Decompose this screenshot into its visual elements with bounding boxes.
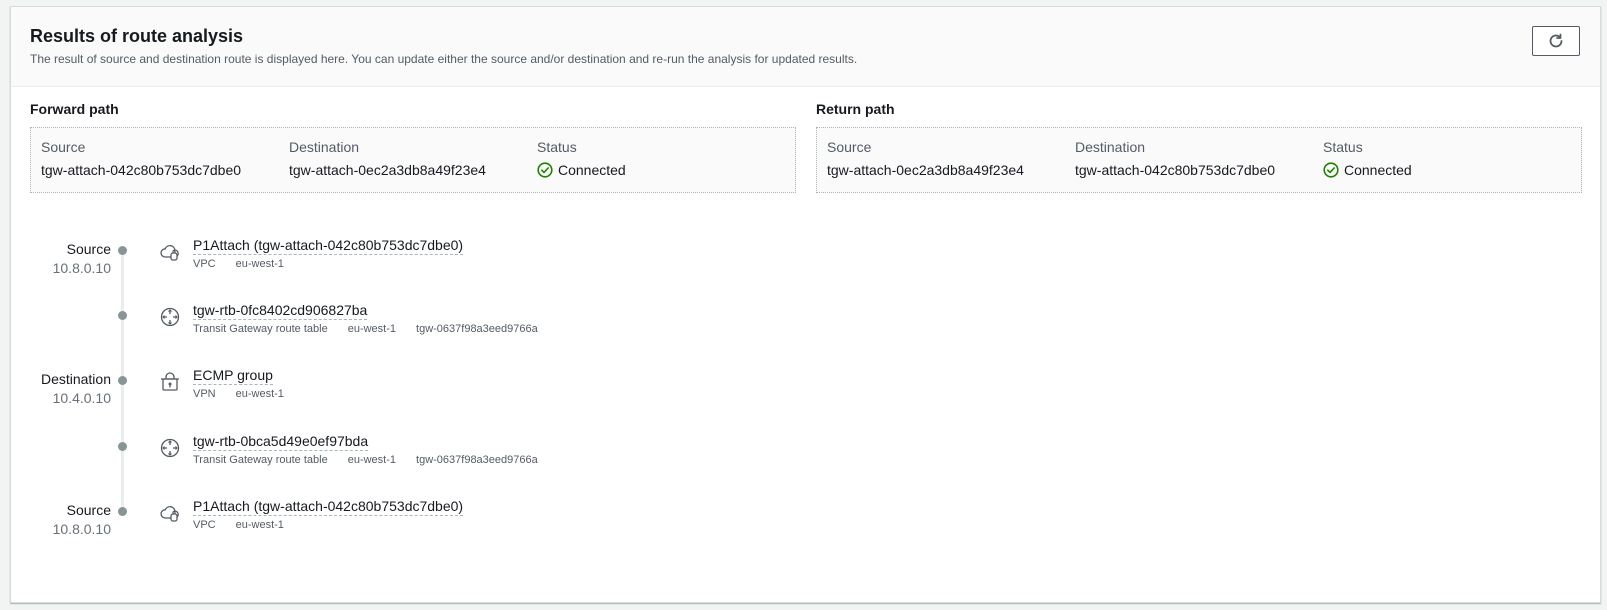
status-success-icon <box>537 162 553 178</box>
timeline-step: Destination 10.4.0.10 ECMP group VPN eu-… <box>11 357 811 407</box>
refresh-icon <box>1549 33 1563 48</box>
timeline-dot <box>118 246 127 255</box>
panel-description: The result of source and destination rou… <box>30 52 858 66</box>
step-meta-type: Transit Gateway route table <box>193 454 328 466</box>
route-analysis-panel: Results of route analysis The result of … <box>10 6 1601 603</box>
step-side-name: Source <box>66 241 111 257</box>
panel-header: Results of route analysis The result of … <box>11 7 1600 87</box>
timeline-dot <box>118 507 127 516</box>
timeline-step: Source 10.8.0.10 P1Attach (tgw-attach-04… <box>11 227 811 277</box>
step-side-ip: 10.8.0.10 <box>52 521 111 537</box>
step-side-name: Destination <box>40 371 111 387</box>
return-status-text: Connected <box>1344 162 1412 178</box>
step-side-ip: 10.8.0.10 <box>52 260 111 276</box>
vpn-lock-icon <box>161 372 179 391</box>
step-node-link[interactable]: P1Attach (tgw-attach-042c80b753dc7dbe0) <box>193 237 464 255</box>
step-meta-region: eu-west-1 <box>347 454 397 466</box>
step-meta-region: eu-west-1 <box>235 388 284 400</box>
step-node-link[interactable]: tgw-rtb-0bca5d49e0ef97bda <box>193 433 369 451</box>
step-meta-type: VPC <box>193 258 216 270</box>
vpc-cloud-icon <box>160 245 179 261</box>
forward-source-value: tgw-attach-042c80b753dc7dbe0 <box>41 162 242 178</box>
step-meta: VPC eu-west-1 <box>193 519 284 531</box>
step-meta-gateway: tgw-0637f98a3eed9766a <box>416 323 538 335</box>
step-meta-region: eu-west-1 <box>347 323 397 335</box>
step-node-link[interactable]: ECMP group <box>193 367 273 385</box>
timeline-step: tgw-rtb-0fc8402cd906827ba Transit Gatewa… <box>11 292 811 342</box>
step-node-link[interactable]: P1Attach (tgw-attach-042c80b753dc7dbe0) <box>193 498 464 516</box>
return-destination: Destination tgw-attach-042c80b753dc7dbe0 <box>1075 139 1275 178</box>
return-status: Status Connected <box>1323 139 1412 178</box>
forward-destination-label: Destination <box>289 139 360 155</box>
forward-path-section: Forward path Source tgw-attach-042c80b75… <box>30 101 796 193</box>
forward-status-badge: Connected <box>537 162 626 178</box>
route-table-icon <box>160 307 180 327</box>
forward-status: Status Connected <box>537 139 626 178</box>
step-meta: Transit Gateway route table eu-west-1 tg… <box>193 323 538 335</box>
step-side-label: Source 10.8.0.10 <box>53 502 111 537</box>
route-table-icon <box>160 438 180 458</box>
timeline-dot <box>118 376 127 385</box>
return-status-badge: Connected <box>1323 162 1412 178</box>
forward-source: Source tgw-attach-042c80b753dc7dbe0 <box>41 139 241 178</box>
timeline-dot <box>118 442 127 451</box>
return-path-section: Return path Source tgw-attach-0ec2a3db8a… <box>816 101 1582 193</box>
forward-status-text: Connected <box>558 162 626 178</box>
step-side-label: Source 10.8.0.10 <box>53 241 111 276</box>
step-meta-region: eu-west-1 <box>235 258 284 270</box>
vpc-cloud-icon <box>160 506 179 522</box>
status-success-icon <box>1323 162 1339 178</box>
step-meta: VPN eu-west-1 <box>193 388 284 400</box>
timeline-step: tgw-rtb-0bca5d49e0ef97bda Transit Gatewa… <box>11 423 811 473</box>
forward-destination-value: tgw-attach-0ec2a3db8a49f23e4 <box>289 162 486 178</box>
step-meta: VPC eu-west-1 <box>193 258 284 270</box>
route-timeline: Source 10.8.0.10 P1Attach (tgw-attach-04… <box>11 227 811 547</box>
step-side-ip: 10.4.0.10 <box>52 390 111 406</box>
return-status-label: Status <box>1323 139 1363 155</box>
step-meta-region: eu-west-1 <box>235 519 284 531</box>
forward-destination: Destination tgw-attach-0ec2a3db8a49f23e4 <box>289 139 486 178</box>
return-destination-value: tgw-attach-042c80b753dc7dbe0 <box>1075 162 1276 178</box>
step-meta-type: VPN <box>193 388 216 400</box>
step-side-name: Source <box>66 502 111 518</box>
return-path-heading: Return path <box>816 101 895 117</box>
step-meta-type: Transit Gateway route table <box>193 323 328 335</box>
step-meta-type: VPC <box>193 519 216 531</box>
return-source-value: tgw-attach-0ec2a3db8a49f23e4 <box>827 162 1024 178</box>
return-source: Source tgw-attach-0ec2a3db8a49f23e4 <box>827 139 1024 178</box>
timeline-dot <box>118 311 127 320</box>
forward-source-label: Source <box>41 139 86 155</box>
step-node-link[interactable]: tgw-rtb-0fc8402cd906827ba <box>193 302 368 320</box>
return-destination-label: Destination <box>1075 139 1146 155</box>
step-side-label: Destination 10.4.0.10 <box>41 371 111 406</box>
forward-status-label: Status <box>537 139 577 155</box>
panel-title: Results of route analysis <box>30 26 244 46</box>
forward-path-summary: Source tgw-attach-042c80b753dc7dbe0 Dest… <box>30 127 796 193</box>
return-path-summary: Source tgw-attach-0ec2a3db8a49f23e4 Dest… <box>816 127 1582 193</box>
refresh-button[interactable] <box>1532 26 1580 56</box>
step-meta: Transit Gateway route table eu-west-1 tg… <box>193 454 538 466</box>
step-meta-gateway: tgw-0637f98a3eed9766a <box>416 454 538 466</box>
return-source-label: Source <box>827 139 872 155</box>
forward-path-heading: Forward path <box>30 101 119 117</box>
timeline-step: Source 10.8.0.10 P1Attach (tgw-attach-04… <box>11 488 811 538</box>
